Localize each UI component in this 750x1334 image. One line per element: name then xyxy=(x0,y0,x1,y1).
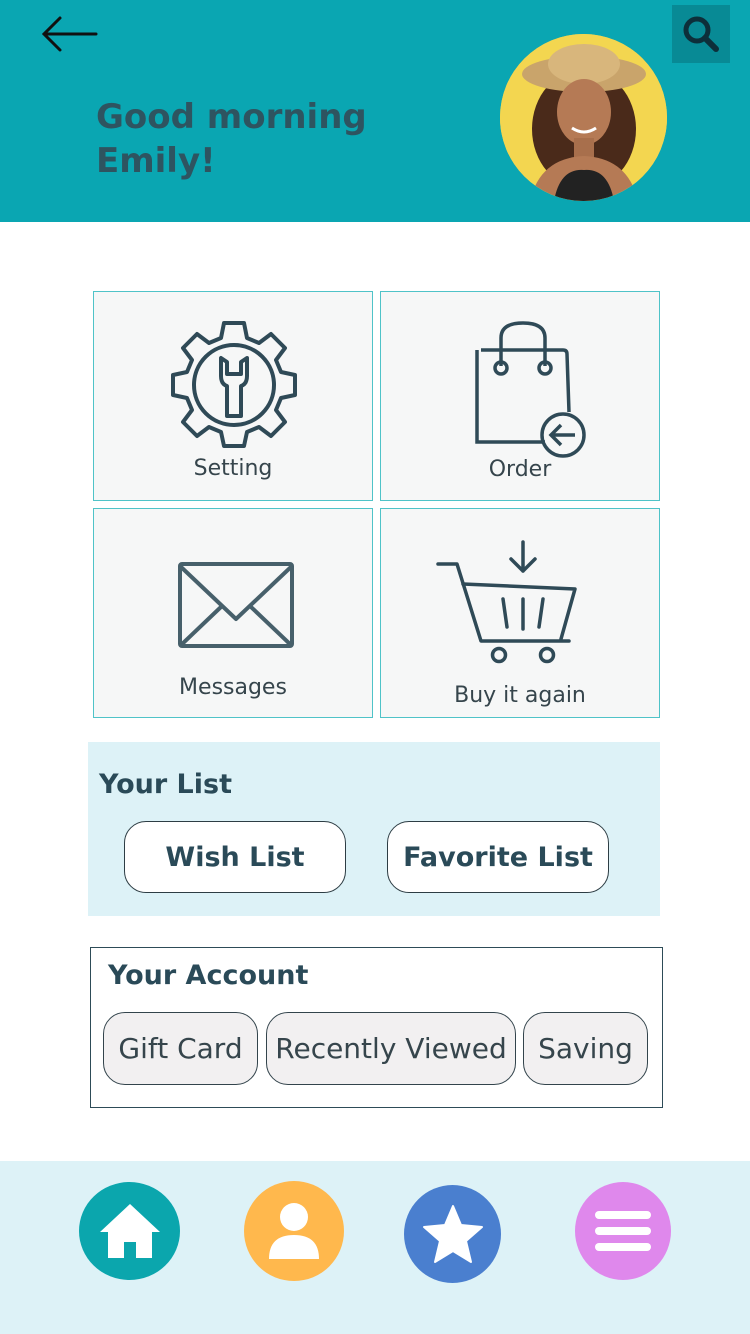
profile-photo xyxy=(500,34,667,201)
avatar[interactable] xyxy=(500,34,667,201)
shopping-bag-return-icon xyxy=(475,321,586,458)
your-account-panel: Your Account Gift Card Recently Viewed S… xyxy=(90,947,663,1108)
nav-profile-button[interactable] xyxy=(244,1181,344,1281)
menu-icon xyxy=(595,1211,651,1251)
nav-home-button[interactable] xyxy=(79,1182,180,1280)
setting-tile[interactable]: Setting xyxy=(93,291,373,501)
recently-viewed-button[interactable]: Recently Viewed xyxy=(266,1012,516,1085)
messages-tile[interactable]: Messages xyxy=(93,508,373,718)
order-tile[interactable]: Order xyxy=(380,291,660,501)
search-icon xyxy=(683,16,719,52)
nav-favorites-button[interactable] xyxy=(404,1185,501,1283)
messages-label: Messages xyxy=(179,675,287,700)
wish-list-button[interactable]: Wish List xyxy=(124,821,346,893)
your-list-panel: Your List Wish List Favorite List xyxy=(88,742,660,916)
order-label: Order xyxy=(488,457,552,482)
buy-again-label: Buy it again xyxy=(454,683,586,708)
favorite-list-button[interactable]: Favorite List xyxy=(387,821,609,893)
saving-button[interactable]: Saving xyxy=(523,1012,648,1085)
home-icon xyxy=(99,1204,160,1258)
setting-label: Setting xyxy=(193,456,273,481)
star-icon xyxy=(422,1205,483,1263)
greeting-line-2: Emily! xyxy=(96,141,216,181)
buy-again-tile[interactable]: Buy it again xyxy=(380,508,660,718)
header-bar: Good morning Emily! xyxy=(0,0,750,222)
nav-menu-button[interactable] xyxy=(575,1182,671,1280)
back-button[interactable] xyxy=(38,12,102,56)
your-account-title: Your Account xyxy=(108,960,309,991)
gift-card-button[interactable]: Gift Card xyxy=(103,1012,258,1085)
search-button[interactable] xyxy=(672,5,730,63)
cart-download-icon xyxy=(436,540,577,664)
greeting-line-1: Good morning xyxy=(96,97,367,137)
your-list-title: Your List xyxy=(99,769,232,800)
greeting-title: Good morning Emily! xyxy=(96,95,367,183)
gear-wrench-icon xyxy=(171,321,297,448)
person-icon xyxy=(269,1203,319,1259)
bottom-nav xyxy=(0,1161,750,1334)
arrow-left-icon xyxy=(41,16,98,52)
envelope-icon xyxy=(178,562,294,648)
